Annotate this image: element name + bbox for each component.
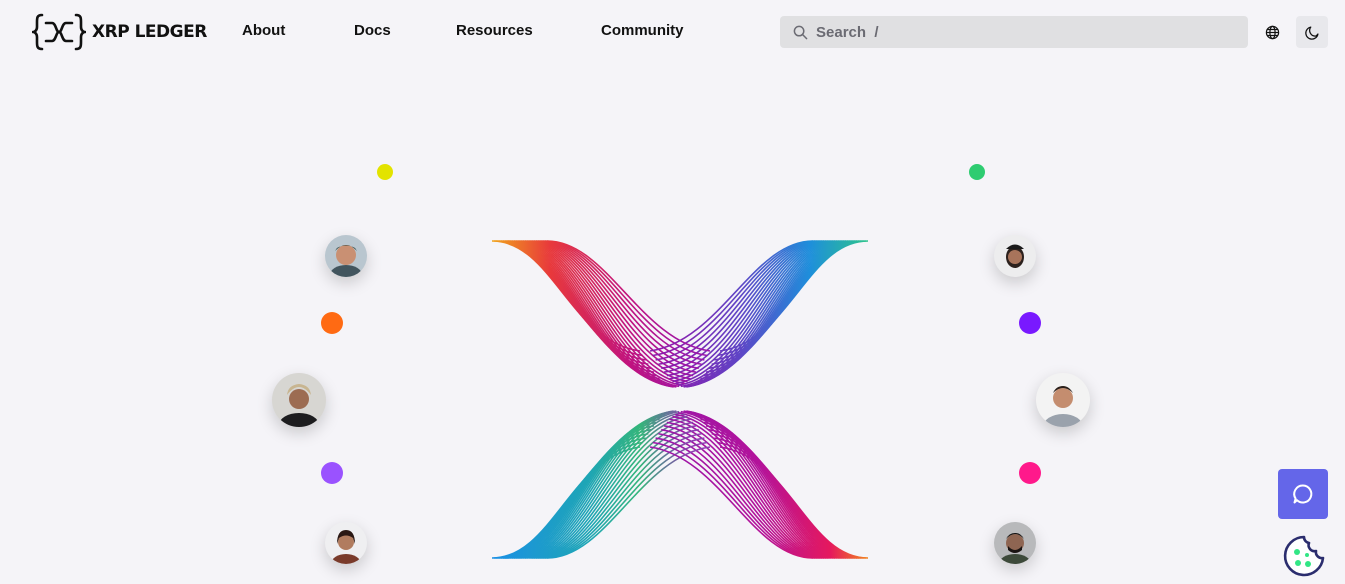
top-navbar: XRP LEDGER About Docs Resources Communit… [0, 0, 1345, 64]
xrp-logo-icon [32, 13, 86, 51]
cookie-settings-button[interactable] [1282, 534, 1326, 578]
chat-button[interactable] [1278, 469, 1328, 519]
brand-logo-link[interactable]: XRP LEDGER [32, 12, 207, 52]
search-icon [793, 25, 808, 39]
cookie-icon [1283, 535, 1325, 577]
community-avatar-6 [994, 522, 1036, 564]
language-button[interactable] [1256, 16, 1288, 48]
orange-dot [321, 312, 343, 334]
community-avatar-3 [272, 373, 326, 427]
brand-name: XRP LEDGER [92, 22, 207, 42]
green-dot [969, 164, 985, 180]
community-avatar-2 [994, 235, 1036, 277]
community-avatar-4 [1036, 373, 1090, 427]
hero-x-graphic [491, 240, 869, 559]
chat-bubble-icon [1293, 484, 1313, 504]
theme-toggle-button[interactable] [1296, 16, 1328, 48]
purple-dot [321, 462, 343, 484]
search-input[interactable] [816, 23, 1236, 41]
nav-resources[interactable]: Resources [456, 22, 533, 39]
nav-docs[interactable]: Docs [354, 22, 391, 39]
globe-icon [1265, 25, 1279, 39]
pink-dot [1019, 462, 1041, 484]
yellow-dot [377, 164, 393, 180]
nav-about[interactable]: About [242, 22, 285, 39]
nav-community[interactable]: Community [601, 22, 684, 39]
search-box[interactable] [780, 16, 1248, 48]
community-avatar-5 [325, 522, 367, 564]
community-avatar-1 [325, 235, 367, 277]
hero-section [0, 64, 1345, 584]
violet-dot [1019, 312, 1041, 334]
moon-icon [1304, 25, 1319, 40]
